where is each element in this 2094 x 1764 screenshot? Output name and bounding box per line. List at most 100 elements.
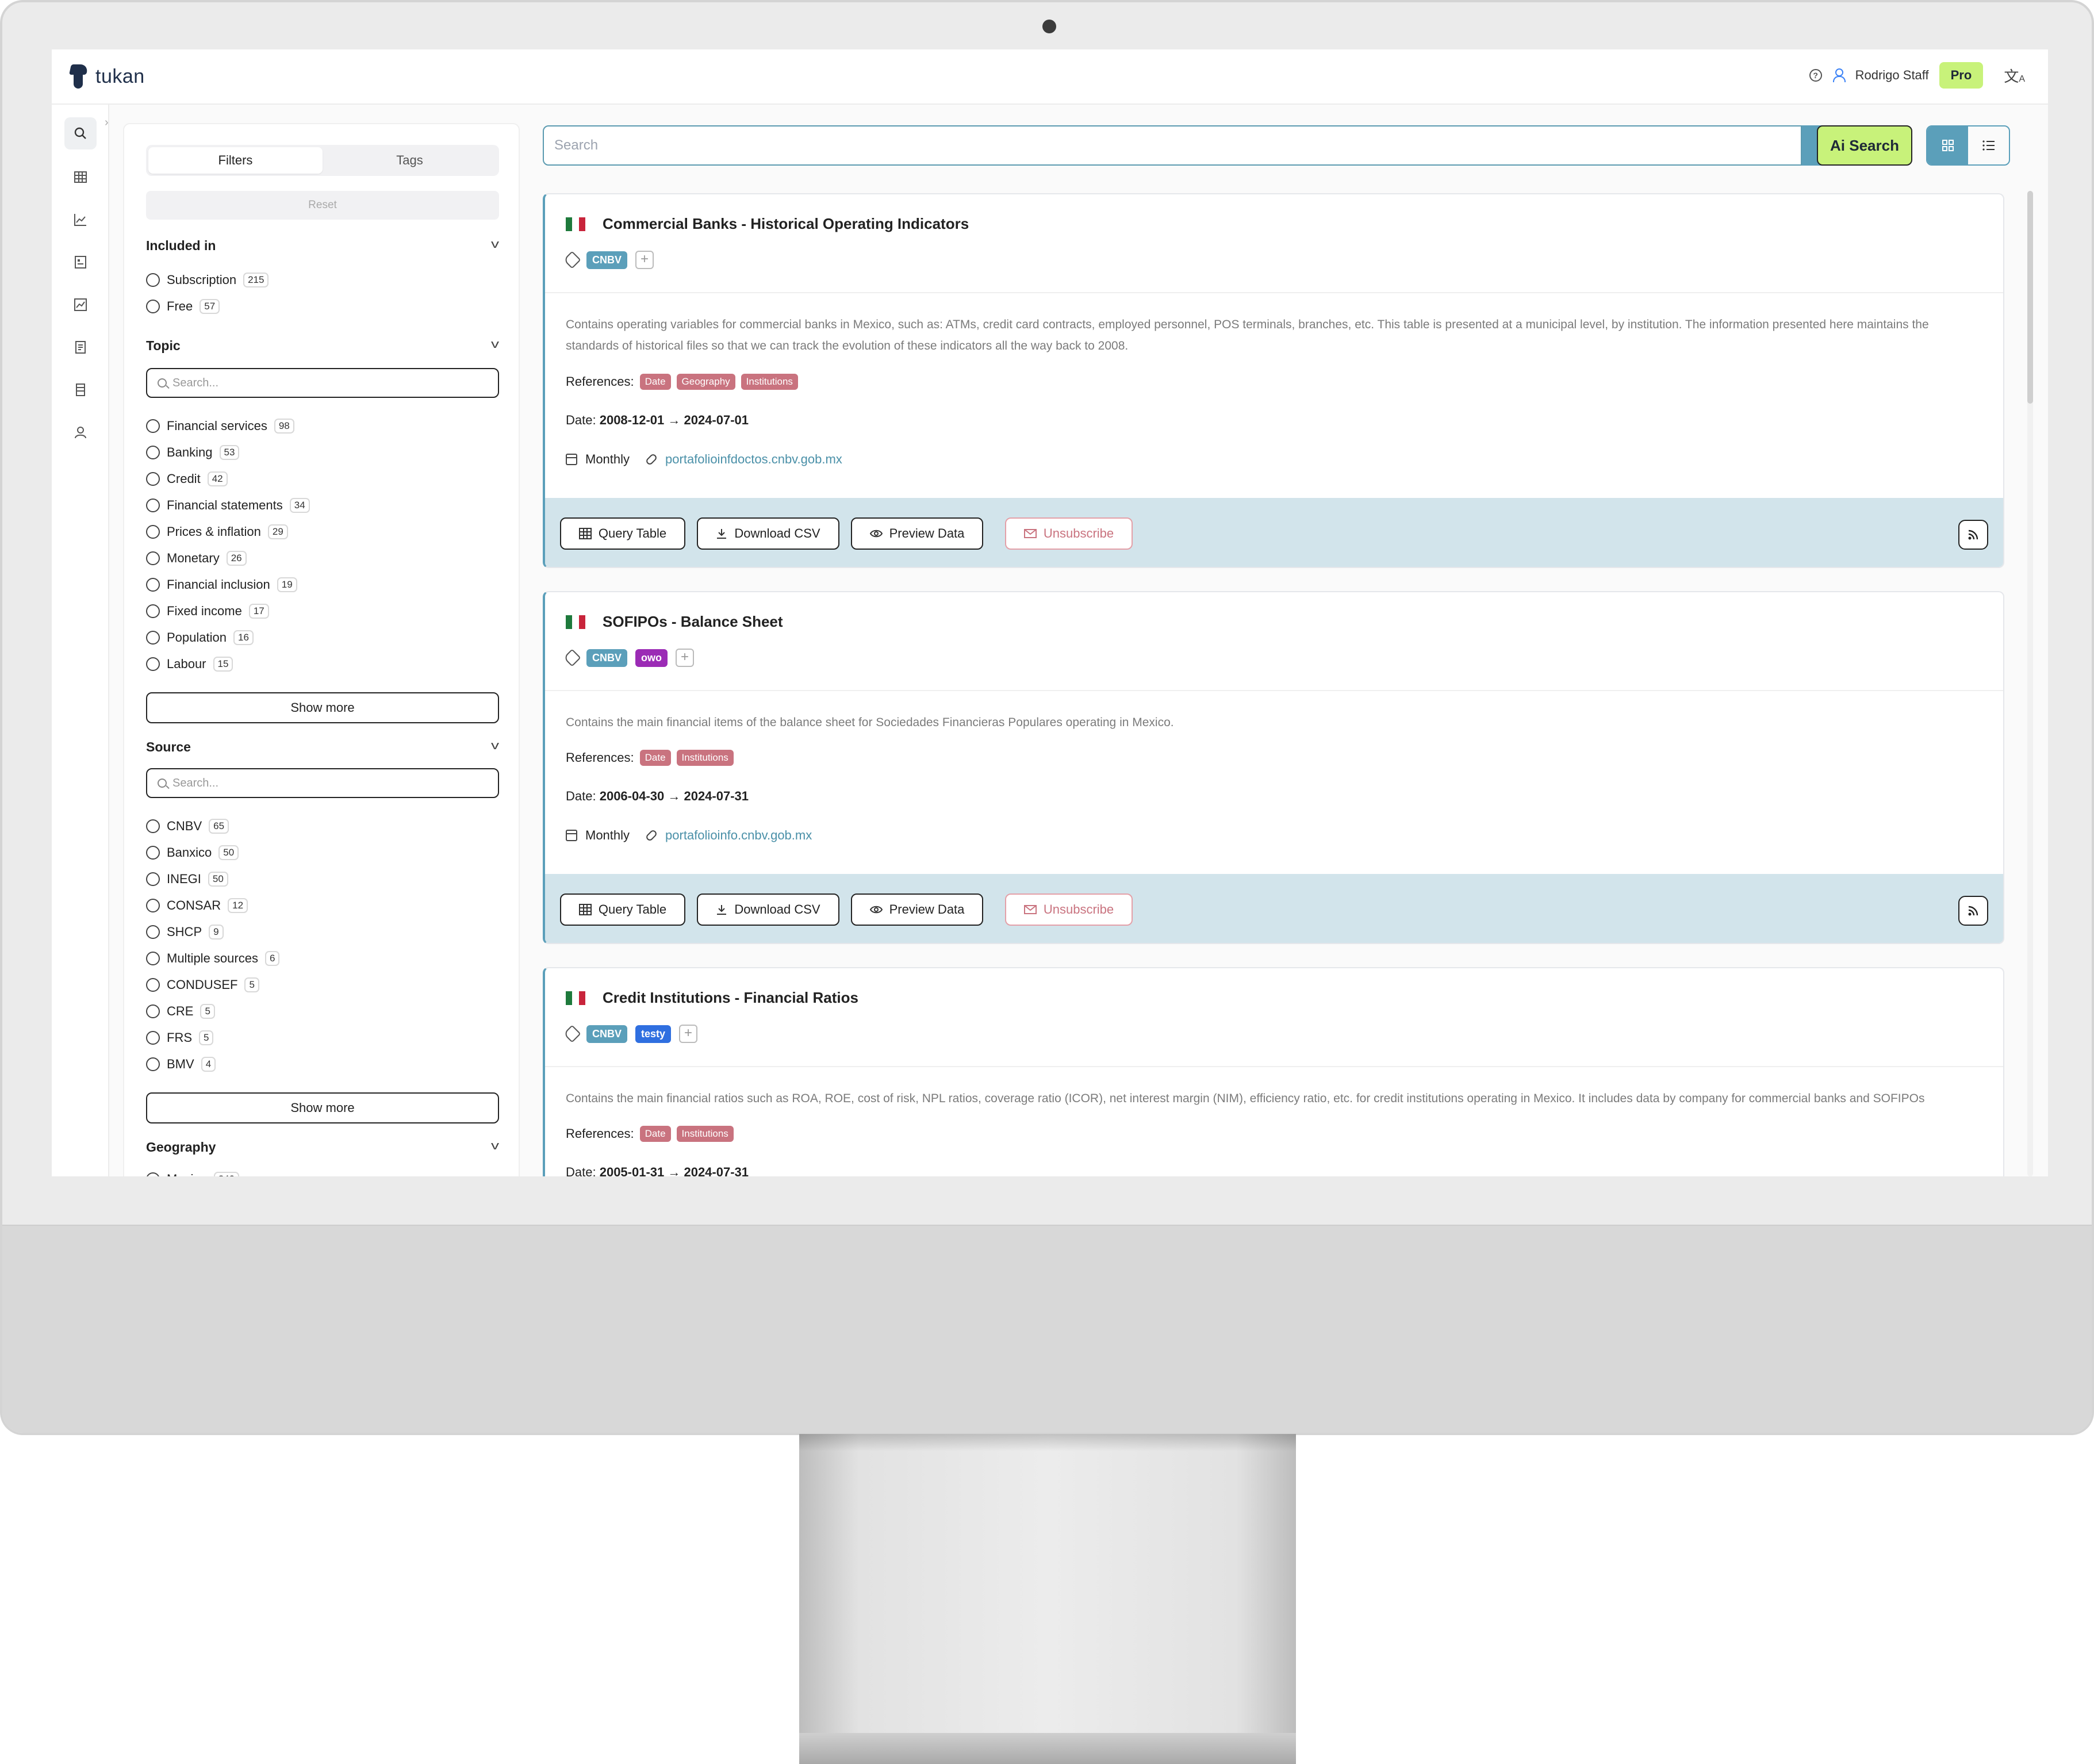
- chevron-down-icon[interactable]: v: [491, 739, 499, 753]
- card-title[interactable]: Commercial Banks - Historical Operating …: [603, 215, 969, 233]
- checkbox[interactable]: [146, 551, 160, 565]
- source-search-input[interactable]: Search...: [146, 768, 499, 798]
- tag-chip[interactable]: CNBV: [586, 1025, 628, 1043]
- filter-option[interactable]: CRE 5: [146, 1003, 215, 1020]
- rail-table-icon[interactable]: [64, 161, 97, 193]
- tag-chip[interactable]: CNBV: [586, 649, 628, 667]
- preview-data-button[interactable]: Preview Data: [851, 517, 983, 550]
- checkbox[interactable]: [146, 899, 160, 912]
- checkbox[interactable]: [146, 578, 160, 592]
- checkbox[interactable]: [146, 1031, 160, 1045]
- scrollbar-thumb[interactable]: [2027, 191, 2033, 404]
- rail-document-icon[interactable]: [64, 331, 97, 363]
- filter-option[interactable]: CNBV 65: [146, 818, 229, 835]
- filter-option[interactable]: INEGI 50: [146, 871, 228, 888]
- checkbox[interactable]: [146, 846, 160, 860]
- tag-chip[interactable]: testy: [635, 1025, 672, 1043]
- filter-option[interactable]: Population 16: [146, 629, 254, 646]
- query-table-button[interactable]: Query Table: [560, 517, 685, 550]
- checkbox[interactable]: [146, 472, 160, 486]
- checkbox[interactable]: [146, 925, 160, 939]
- rail-area-chart-icon[interactable]: [64, 289, 97, 321]
- checkbox[interactable]: [146, 952, 160, 965]
- expand-sidebar-icon[interactable]: ›: [105, 116, 109, 129]
- checkbox[interactable]: [146, 978, 160, 992]
- filter-option[interactable]: Free 57: [146, 298, 220, 315]
- card-title[interactable]: SOFIPOs - Balance Sheet: [603, 613, 783, 631]
- checkbox[interactable]: [146, 631, 160, 645]
- user-name[interactable]: Rodrigo Staff: [1855, 68, 1929, 83]
- add-tag-button[interactable]: +: [679, 1025, 698, 1043]
- checkbox[interactable]: [146, 300, 160, 313]
- preview-data-button[interactable]: Preview Data: [851, 893, 983, 926]
- translate-icon[interactable]: 文A: [2004, 65, 2025, 86]
- chevron-down-icon[interactable]: v: [491, 238, 499, 251]
- rail-user-icon[interactable]: [64, 416, 97, 448]
- topic-show-more-button[interactable]: Show more: [146, 692, 499, 723]
- filter-option[interactable]: Fixed income 17: [146, 603, 269, 620]
- filter-option[interactable]: CONDUSEF 5: [146, 976, 259, 994]
- download-csv-button[interactable]: Download CSV: [697, 893, 839, 926]
- help-icon[interactable]: ?: [1809, 69, 1822, 82]
- filter-option[interactable]: Financial inclusion 19: [146, 576, 297, 593]
- grid-view-icon[interactable]: [1927, 126, 1968, 164]
- filter-option[interactable]: BMV 4: [146, 1056, 216, 1073]
- unsubscribe-button[interactable]: Unsubscribe: [1005, 517, 1133, 550]
- topic-search-input[interactable]: Search...: [146, 368, 499, 398]
- filter-option[interactable]: Subscription 215: [146, 271, 269, 289]
- filter-option[interactable]: FRS 5: [146, 1029, 214, 1046]
- rail-search-icon[interactable]: [64, 117, 97, 149]
- checkbox[interactable]: [146, 819, 160, 833]
- filter-option[interactable]: Credit 42: [146, 470, 228, 488]
- checkbox[interactable]: [146, 525, 160, 539]
- filter-option[interactable]: Mexico240: [146, 1171, 240, 1176]
- chevron-down-icon[interactable]: v: [491, 1140, 499, 1153]
- checkbox[interactable]: [146, 273, 160, 287]
- checkbox[interactable]: [146, 419, 160, 433]
- card-title[interactable]: Credit Institutions - Financial Ratios: [603, 989, 858, 1007]
- list-view-icon[interactable]: [1968, 126, 2009, 164]
- checkbox[interactable]: [146, 872, 160, 886]
- checkbox[interactable]: [146, 604, 160, 618]
- filter-option[interactable]: Multiple sources 6: [146, 950, 280, 967]
- checkbox[interactable]: [146, 1172, 160, 1176]
- filter-option[interactable]: Prices & inflation 29: [146, 523, 288, 540]
- chevron-down-icon[interactable]: v: [491, 338, 499, 351]
- checkbox[interactable]: [146, 446, 160, 459]
- tag-chip[interactable]: CNBV: [586, 251, 628, 269]
- add-tag-button[interactable]: +: [676, 649, 695, 667]
- source-link[interactable]: portafolioinfo.cnbv.gob.mx: [665, 828, 812, 843]
- filter-option[interactable]: Banking 53: [146, 444, 240, 461]
- source-link[interactable]: portafolioinfdoctos.cnbv.gob.mx: [665, 452, 842, 467]
- source-show-more-button[interactable]: Show more: [146, 1092, 499, 1123]
- filter-option[interactable]: Labour 15: [146, 655, 233, 673]
- tab-filters[interactable]: Filters: [148, 147, 323, 174]
- rss-icon[interactable]: [1958, 896, 1988, 926]
- reset-button[interactable]: Reset: [146, 191, 499, 220]
- rail-line-chart-icon[interactable]: [64, 204, 97, 236]
- filter-option[interactable]: Banxico 50: [146, 844, 239, 861]
- filter-option[interactable]: CONSAR 12: [146, 897, 248, 914]
- filter-option[interactable]: Financial statements 34: [146, 497, 310, 514]
- checkbox[interactable]: [146, 1057, 160, 1071]
- checkbox[interactable]: [146, 657, 160, 671]
- filter-option[interactable]: Financial services 98: [146, 417, 294, 435]
- logo[interactable]: tukan: [67, 63, 145, 90]
- tag-chip[interactable]: owo: [635, 649, 668, 667]
- tab-tags[interactable]: Tags: [323, 147, 497, 174]
- checkbox[interactable]: [146, 498, 160, 512]
- query-table-button[interactable]: Query Table: [560, 893, 685, 926]
- download-csv-button[interactable]: Download CSV: [697, 517, 839, 550]
- filter-option[interactable]: Monetary 26: [146, 550, 247, 567]
- unsubscribe-button[interactable]: Unsubscribe: [1005, 893, 1133, 926]
- user-icon[interactable]: [1832, 68, 1846, 82]
- rss-icon[interactable]: [1958, 520, 1988, 550]
- add-tag-button[interactable]: +: [635, 251, 654, 269]
- search-input[interactable]: Search: [543, 125, 1802, 166]
- plan-badge[interactable]: Pro: [1939, 62, 1984, 89]
- ai-search-button[interactable]: Ai Search: [1817, 125, 1912, 166]
- rail-calendar-chart-icon[interactable]: [64, 246, 97, 278]
- checkbox[interactable]: [146, 1004, 160, 1018]
- filter-option[interactable]: SHCP 9: [146, 923, 224, 941]
- rail-database-icon[interactable]: [64, 374, 97, 406]
